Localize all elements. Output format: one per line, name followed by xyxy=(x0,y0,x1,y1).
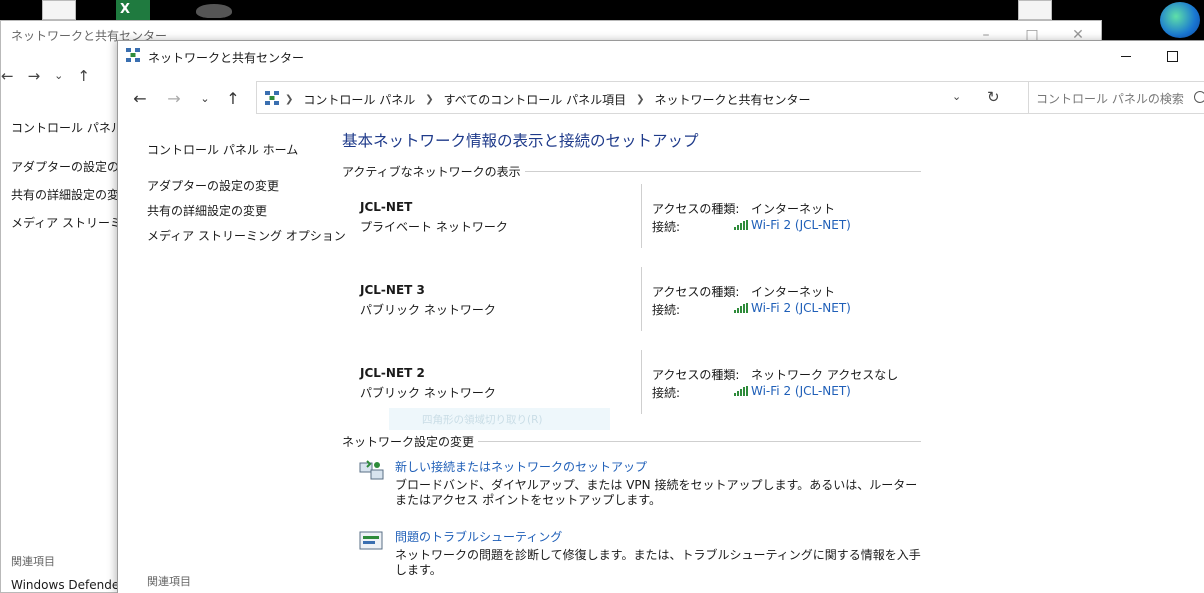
connection-link[interactable]: Wi-Fi 2 (JCL-NET) xyxy=(734,301,851,315)
connection-label: 接続: xyxy=(652,386,681,400)
snipping-tool-ghost: 四角形の領域切り取り(R) xyxy=(389,408,610,430)
breadcrumb-network-center[interactable]: ネットワークと共有センター xyxy=(655,91,811,108)
breadcrumb-chevron-icon[interactable]: ❯ xyxy=(636,94,644,105)
navigation-bar: ← → ⌄ ↑ ❯ コントロール パネル ❯ すべてのコントロール パネル項目 … xyxy=(118,81,1204,117)
address-dropdown-chevron-icon[interactable]: ⌄ xyxy=(952,90,961,103)
connection-label: 接続: xyxy=(652,220,681,234)
search-input[interactable]: コントロール パネルの検索 xyxy=(1028,81,1204,114)
forward-arrow-icon[interactable]: → xyxy=(164,89,184,109)
access-type-label: アクセスの種類: xyxy=(652,285,740,299)
desktop-document-icon-2[interactable] xyxy=(1018,0,1052,20)
new-connection-icon xyxy=(359,460,384,480)
network-type-link[interactable]: パブリック ネットワーク xyxy=(360,384,496,401)
active-networks-header-text: アクティブなネットワークの表示 xyxy=(342,165,525,179)
minimize-button[interactable] xyxy=(1103,41,1149,71)
back-related-heading: 関連項目 xyxy=(11,555,55,568)
connection-label: 接続: xyxy=(652,303,681,317)
connection-name: Wi-Fi 2 (JCL-NET) xyxy=(751,218,851,232)
connection-name: Wi-Fi 2 (JCL-NET) xyxy=(751,384,851,398)
change-settings-header: ネットワーク設定の変更 xyxy=(342,433,921,450)
breadcrumb-control-panel[interactable]: コントロール パネル xyxy=(303,91,415,108)
connection-name: Wi-Fi 2 (JCL-NET) xyxy=(751,301,851,315)
access-type-value: インターネット xyxy=(751,202,836,216)
access-type-label: アクセスの種類: xyxy=(652,202,740,216)
back-arrow-up-icon[interactable]: ↑ xyxy=(77,67,90,85)
new-connection-description: ブロードバンド、ダイヤルアップ、または VPN 接続をセットアップします。あるい… xyxy=(395,478,918,507)
connection-link[interactable]: Wi-Fi 2 (JCL-NET) xyxy=(734,218,851,232)
page-title: 基本ネットワーク情報の表示と接続のセットアップ xyxy=(342,132,699,150)
network-divider xyxy=(641,267,642,331)
related-items-heading: 関連項目 xyxy=(147,575,191,588)
access-type-label: アクセスの種類: xyxy=(652,368,740,382)
network-name: JCL-NET 2 xyxy=(360,366,425,380)
network-app-icon xyxy=(126,48,140,62)
network-name: JCL-NET 3 xyxy=(360,283,425,297)
refresh-icon[interactable]: ↻ xyxy=(987,88,1000,106)
control-panel-icon xyxy=(265,91,279,105)
back-nav-buttons: ← → ⌄ ↑ xyxy=(1,67,90,85)
network-type-link[interactable]: パブリック ネットワーク xyxy=(360,301,496,318)
change-adapter-settings-link[interactable]: アダプターの設定の変更 xyxy=(147,177,346,194)
desktop-app-icon[interactable] xyxy=(196,4,232,18)
recent-locations-chevron-icon[interactable]: ⌄ xyxy=(195,89,215,109)
network-entry: JCL-NET 3 パブリック ネットワーク アクセスの種類: インターネット … xyxy=(360,267,921,349)
change-advanced-sharing-link[interactable]: 共有の詳細設定の変更 xyxy=(147,202,346,219)
left-pane-links: アダプターの設定の変更 共有の詳細設定の変更 メディア ストリーミング オプショ… xyxy=(147,177,346,252)
wifi-signal-icon xyxy=(734,303,748,313)
edge-browser-icon[interactable] xyxy=(1160,2,1200,38)
title-bar[interactable]: ネットワークと共有センター xyxy=(118,41,1204,71)
window-title: ネットワークと共有センター xyxy=(148,51,305,65)
network-name: JCL-NET xyxy=(360,200,413,214)
access-type-value: ネットワーク アクセスなし xyxy=(751,368,899,382)
breadcrumb-chevron-icon[interactable]: ❯ xyxy=(285,94,293,105)
network-divider xyxy=(641,184,642,248)
back-arrow-left-icon[interactable]: ← xyxy=(1,67,14,85)
troubleshoot-link[interactable]: 問題のトラブルシューティング xyxy=(395,528,562,545)
back-arrow-right-icon[interactable]: → xyxy=(28,67,41,85)
troubleshoot-icon xyxy=(359,531,383,550)
network-type-link[interactable]: プライベート ネットワーク xyxy=(360,218,508,235)
media-streaming-options-link[interactable]: メディア ストリーミング オプション xyxy=(147,227,346,244)
breadcrumb-all-items[interactable]: すべてのコントロール パネル項目 xyxy=(444,91,627,108)
connection-link[interactable]: Wi-Fi 2 (JCL-NET) xyxy=(734,384,851,398)
breadcrumb-chevron-icon[interactable]: ❯ xyxy=(425,94,433,105)
network-divider xyxy=(641,350,642,414)
back-arrow-icon[interactable]: ← xyxy=(130,89,150,109)
troubleshoot-description: ネットワークの問題を診断して修復します。または、トラブルシューティングに関する情… xyxy=(395,548,921,577)
active-networks-header: アクティブなネットワークの表示 xyxy=(342,163,921,180)
search-icon[interactable] xyxy=(1194,91,1204,103)
network-sharing-center-window[interactable]: ネットワークと共有センター ← → ⌄ ↑ ❯ コントロール パネル ❯ すべて… xyxy=(117,40,1204,593)
breadcrumb: ❯ コントロール パネル ❯ すべてのコントロール パネル項目 ❯ ネットワーク… xyxy=(285,91,811,108)
new-connection-link[interactable]: 新しい接続またはネットワークのセットアップ xyxy=(395,458,647,475)
wifi-signal-icon xyxy=(734,220,748,230)
control-panel-home-link[interactable]: コントロール パネル ホーム xyxy=(147,141,298,158)
access-type-value: インターネット xyxy=(751,285,836,299)
change-settings-header-text: ネットワーク設定の変更 xyxy=(342,435,479,449)
network-entry: JCL-NET プライベート ネットワーク アクセスの種類: インターネット 接… xyxy=(360,184,921,266)
desktop-document-icon[interactable] xyxy=(42,0,76,20)
address-bar[interactable]: ❯ コントロール パネル ❯ すべてのコントロール パネル項目 ❯ ネットワーク… xyxy=(256,81,1129,114)
wifi-signal-icon xyxy=(734,386,748,396)
search-placeholder: コントロール パネルの検索 xyxy=(1036,92,1184,106)
desktop-excel-icon[interactable] xyxy=(116,0,150,20)
maximize-button[interactable] xyxy=(1149,41,1195,71)
up-arrow-icon[interactable]: ↑ xyxy=(223,89,243,109)
back-chevron-down-icon[interactable]: ⌄ xyxy=(54,67,63,85)
